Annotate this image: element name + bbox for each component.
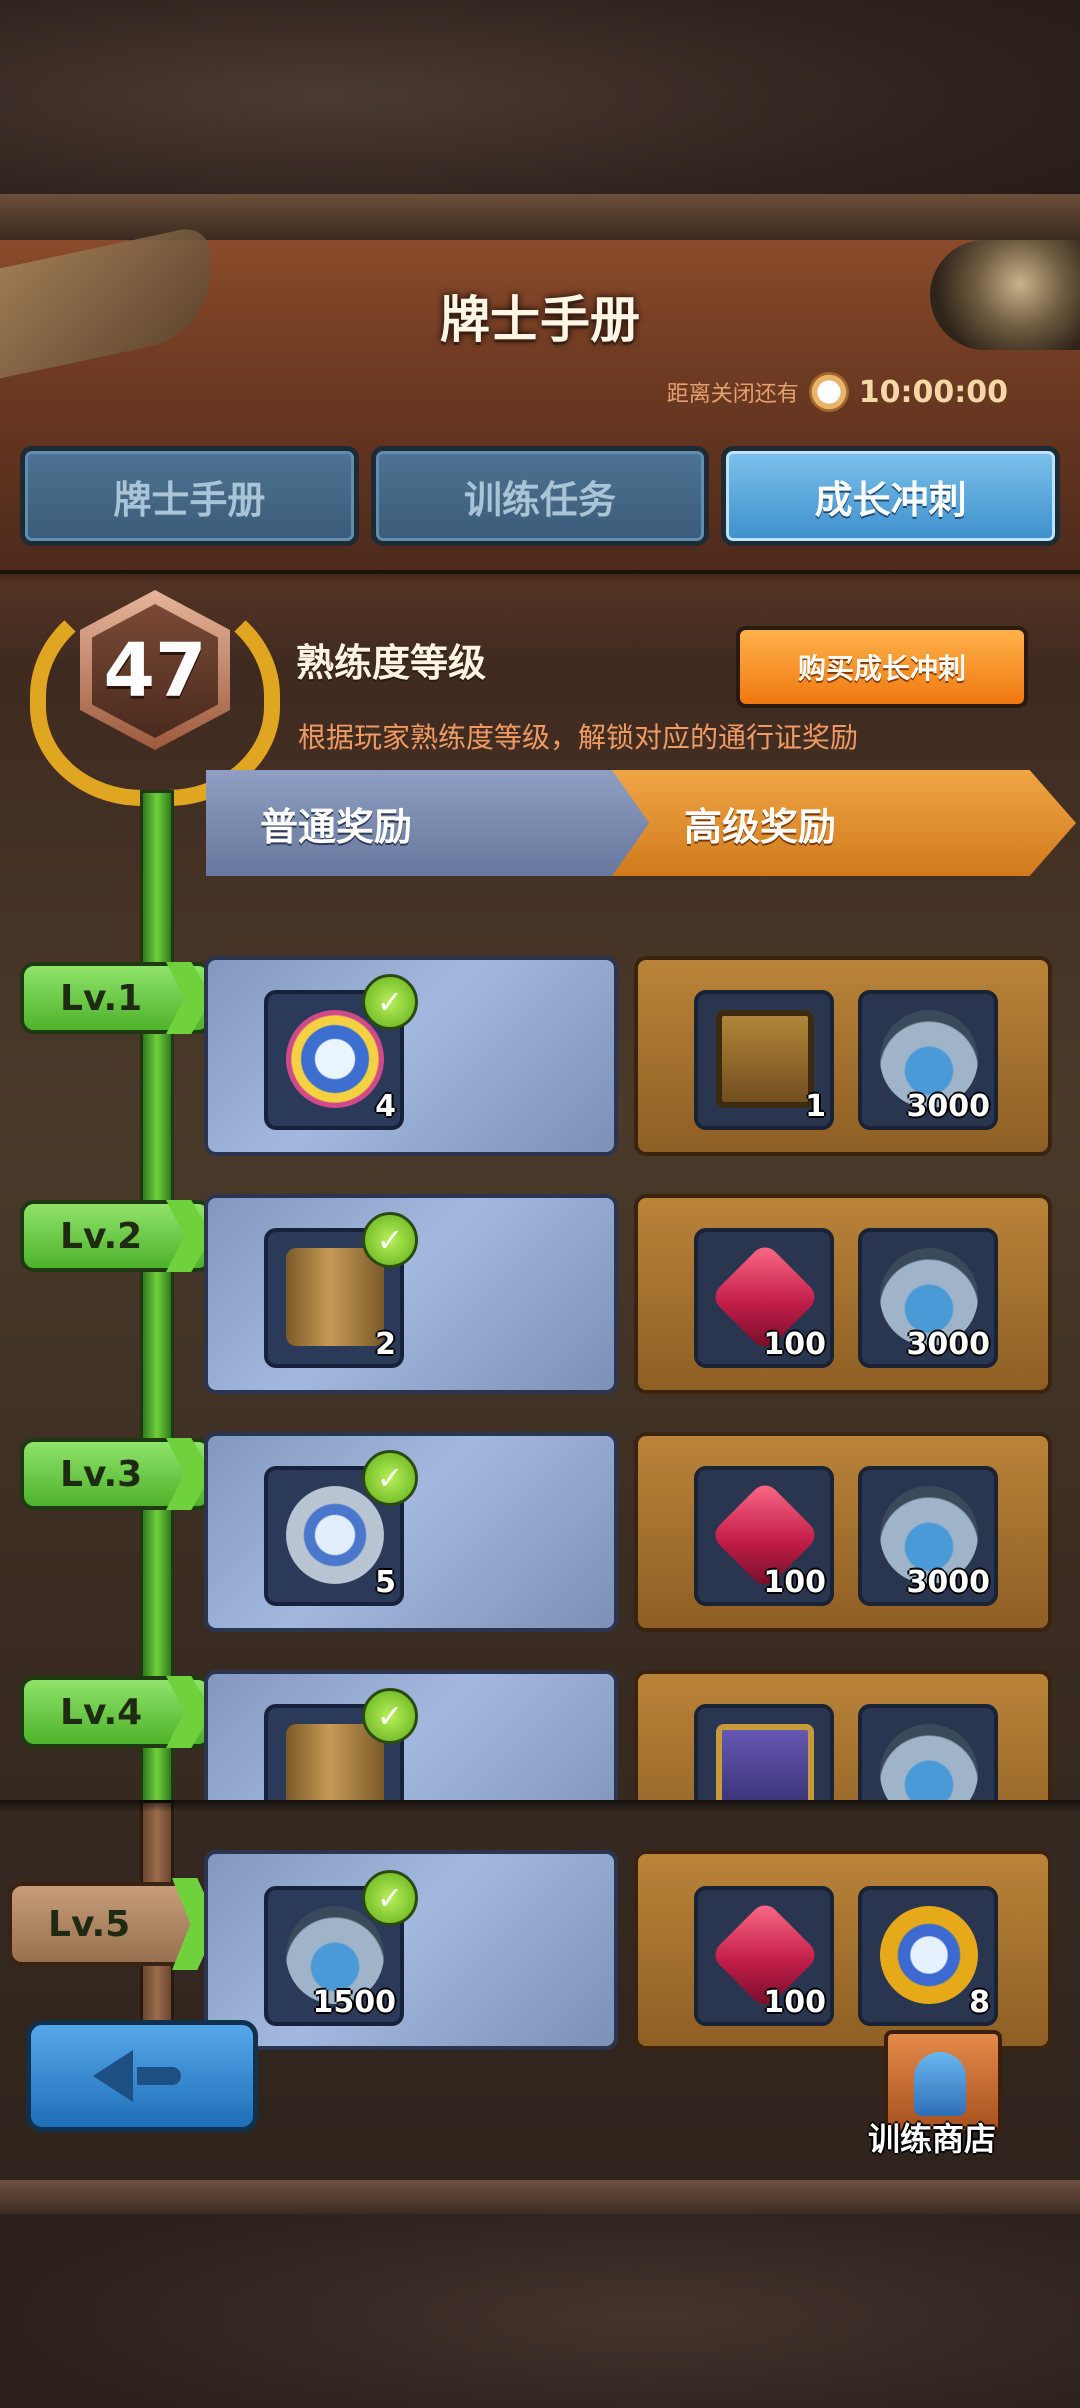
reward-slot[interactable]: 100 [694,1466,834,1606]
countdown-time: 10:00:00 [858,374,1008,410]
countdown-label: 距离关闭还有 [666,382,799,407]
training-shop-button[interactable]: 训练商店 [868,2012,1028,2162]
reward-slot[interactable] [694,1704,834,1800]
level-description: 根据玩家熟练度等级，解锁对应的通行证奖励 [298,721,859,754]
premium-reward-panel[interactable]: 100 3000 [634,1432,1052,1632]
reward-slot[interactable]: 3000 [858,1466,998,1606]
tab-growth-sprint[interactable]: 成长冲刺 [721,446,1061,546]
top-background [0,0,1080,240]
shopkeeper-icon [914,2052,966,2116]
buy-growth-sprint-button[interactable]: 购买成长冲刺 [736,626,1028,708]
premium-reward-panel[interactable]: 100 3000 [634,1194,1052,1394]
check-icon: ✓ [362,1688,418,1744]
tab-training-tasks[interactable]: 训练任务 [370,446,710,546]
reward-slot[interactable]: 2 ✓ [264,1212,418,1368]
reward-slot[interactable]: 3000 [858,990,998,1130]
rainbow-orb-icon [286,1010,384,1108]
normal-reward-panel[interactable]: 5 ✓ [204,1432,618,1632]
normal-reward-panel[interactable]: 4 ✓ [204,956,618,1156]
item-count: 5 [375,1565,396,1600]
reward-slot[interactable]: 5 ✓ [264,1450,418,1606]
gold-orb-icon [880,1906,978,2004]
reward-slot[interactable]: 1 [694,990,834,1130]
reward-slot[interactable] [858,1704,998,1800]
page-title: 牌士手册 [440,291,640,349]
check-icon: ✓ [362,1870,418,1926]
bottom-background [0,2180,1080,2408]
check-icon: ✓ [362,1450,418,1506]
reward-slot[interactable]: ✓ [264,1688,418,1800]
level-tag: Lv.5 [8,1882,204,1966]
item-count: 3000 [906,1327,991,1362]
scroll-edge [0,1800,1080,1812]
reward-slot[interactable]: 100 [694,1228,834,1368]
tab-handbook[interactable]: 牌士手册 [20,446,359,546]
normal-reward-panel[interactable]: ✓ [204,1670,618,1800]
premium-reward-panel[interactable] [634,1670,1052,1800]
clock-icon [808,372,849,412]
track-header: 普通奖励 高级奖励 [206,770,1076,876]
reward-slot[interactable]: 4 ✓ [264,974,418,1130]
premium-reward-header: 高级奖励 [612,770,1076,876]
item-count: 3000 [906,1089,991,1124]
back-button[interactable] [26,2020,258,2132]
deck-pack-icon [716,1724,814,1800]
item-count: 100 [763,1985,826,2020]
countdown: 距离关闭还有 10:00:00 [667,372,1008,412]
normal-reward-header: 普通奖励 [206,770,666,876]
scroll-pack-icon [286,1248,384,1346]
level-title: 熟练度等级 [296,641,487,685]
reward-slot[interactable]: 3000 [858,1228,998,1368]
item-count: 100 [763,1327,826,1362]
water-jar-icon [880,1724,978,1800]
check-icon: ✓ [362,974,418,1030]
premium-reward-panel[interactable]: 1 3000 [634,956,1052,1156]
silver-orb-icon [286,1486,384,1584]
item-count: 4 [375,1089,396,1124]
item-count: 3000 [906,1565,991,1600]
reward-slot[interactable]: 100 [694,1886,834,2026]
item-count: 100 [763,1565,826,1600]
reward-row: Lv.4 ✓ [0,1666,1080,1800]
tab-bar: 牌士手册 训练任务 成长冲刺 [20,446,1061,546]
check-icon: ✓ [362,1212,418,1268]
divider [0,570,1080,582]
item-count: 1 [805,1089,826,1124]
star-card-icon [716,1010,814,1108]
normal-reward-panel[interactable]: 2 ✓ [204,1194,618,1394]
shop-label: 训练商店 [868,2120,997,2158]
normal-reward-panel[interactable]: 1500 ✓ [204,1850,618,2050]
item-count: 1500 [312,1985,397,2020]
back-arrow-icon [93,2050,133,2102]
item-count: 2 [375,1327,396,1362]
back-arrow-tail [137,2067,181,2085]
reward-slot[interactable]: 8 [858,1886,998,2026]
reward-slot[interactable]: 1500 ✓ [264,1870,418,2026]
